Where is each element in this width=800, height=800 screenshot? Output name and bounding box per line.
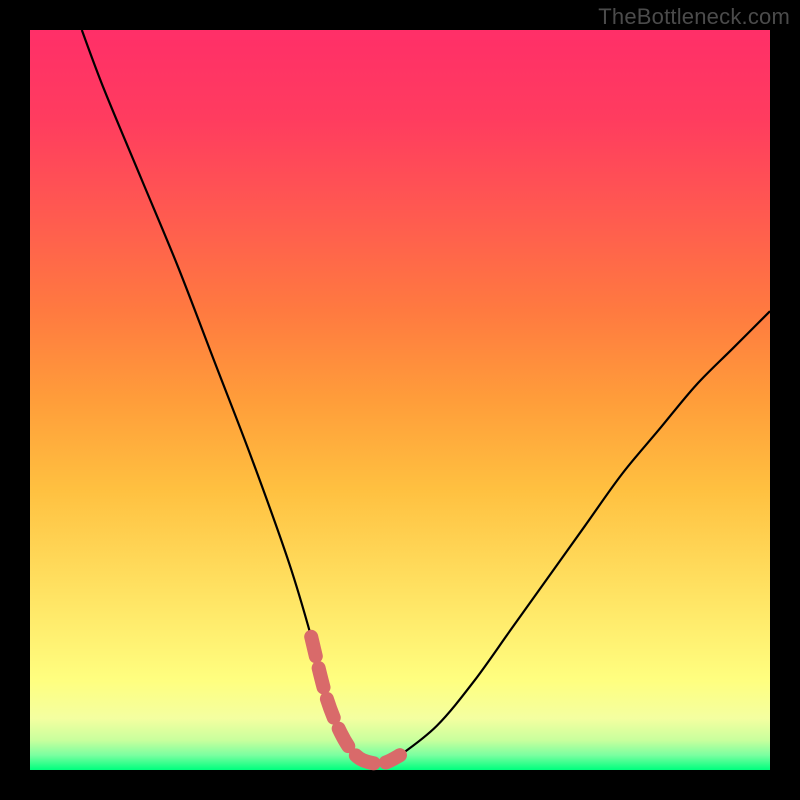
bottleneck-curve: [82, 30, 770, 764]
highlight-band: [311, 637, 400, 764]
watermark-text: TheBottleneck.com: [598, 4, 790, 30]
curve-svg: [30, 30, 770, 770]
plot-area: [30, 30, 770, 770]
chart-frame: TheBottleneck.com: [0, 0, 800, 800]
